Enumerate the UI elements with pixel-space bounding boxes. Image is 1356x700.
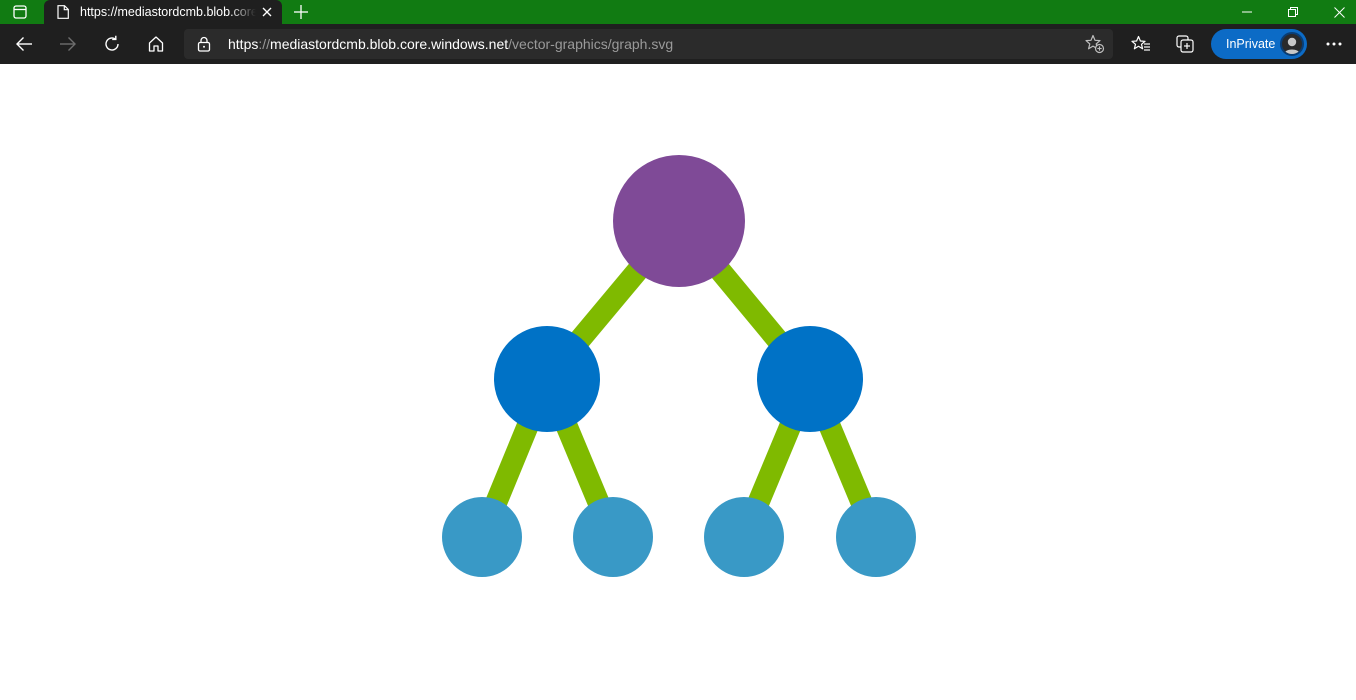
url-host: mediastordcmb.blob.core.windows.net [270, 36, 509, 52]
close-tab-icon[interactable] [256, 1, 278, 23]
favorites-icon[interactable] [1125, 28, 1157, 60]
graph-node-leaf-4 [836, 497, 916, 577]
forward-icon[interactable] [52, 28, 84, 60]
minimize-icon[interactable] [1224, 0, 1270, 24]
graph-node-leaf-3 [704, 497, 784, 577]
browser-toolbar: https://mediastordcmb.blob.core.windows.… [0, 24, 1356, 64]
url-path: /vector-graphics/graph.svg [508, 36, 674, 52]
url-text[interactable]: https://mediastordcmb.blob.core.windows.… [228, 29, 673, 59]
page-content [0, 64, 1356, 695]
more-options-icon[interactable] [1318, 28, 1350, 60]
inprivate-label: InPrivate [1226, 37, 1276, 51]
graph-node-left-child [494, 326, 600, 432]
graph-node-leaf-1 [442, 497, 522, 577]
home-icon[interactable] [140, 28, 172, 60]
url-separator: :// [258, 36, 271, 52]
graph-node-root [613, 155, 745, 287]
graph-node-right-child [757, 326, 863, 432]
graph-node-leaf-2 [573, 497, 653, 577]
graph-svg [442, 155, 916, 577]
lock-icon[interactable] [196, 36, 212, 52]
collections-icon[interactable] [1169, 28, 1201, 60]
graph-nodes [442, 155, 916, 577]
url-scheme: https [228, 36, 259, 52]
address-bar[interactable]: https://mediastordcmb.blob.core.windows.… [184, 29, 1113, 59]
restore-icon[interactable] [1270, 0, 1316, 24]
tab-actions-icon[interactable] [6, 0, 34, 24]
back-icon[interactable] [8, 28, 40, 60]
refresh-icon[interactable] [96, 28, 128, 60]
browser-title-bar: https://mediastordcmb.blob.core.windows.… [0, 0, 1356, 24]
tab-title: https://mediastordcmb.blob.core.windows.… [80, 5, 256, 19]
add-favorite-icon[interactable] [1085, 34, 1105, 54]
avatar-icon [1280, 32, 1304, 56]
new-tab-icon[interactable] [288, 0, 314, 24]
tab-graph-svg[interactable]: https://mediastordcmb.blob.core.windows.… [44, 0, 282, 24]
page-icon [56, 4, 70, 20]
close-window-icon[interactable] [1316, 0, 1356, 24]
inprivate-button[interactable]: InPrivate [1211, 29, 1307, 59]
